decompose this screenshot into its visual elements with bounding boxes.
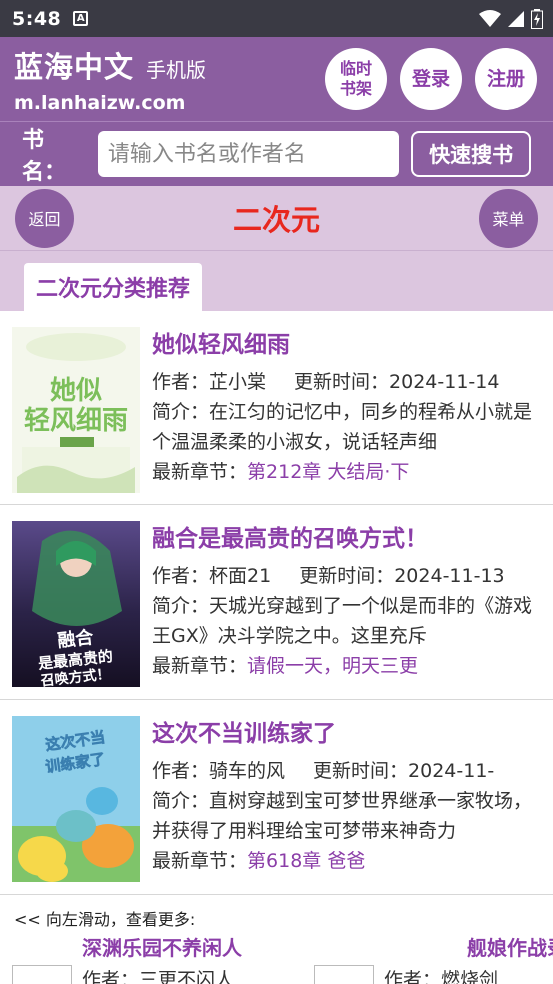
more-author-row: 作者：三更不闪人 作者：燃烧剑 [0,965,553,984]
intro-label: 简介： [152,401,210,423]
author-name: 杯面21 [209,565,272,587]
book-intro: 简介：直树穿越到宝可梦世界继承一家牧场，并获得了用料理给宝可梦带来神奇力 [152,786,541,846]
back-button[interactable]: 返回 [15,188,74,248]
book-info: 融合是最高贵的召唤方式！ 作者：杯面21 更新时间：2024-11-13 简介：天… [152,521,541,685]
update-label: 更新时间： [294,371,390,393]
menu-button[interactable]: 菜单 [478,188,538,248]
section-tab[interactable]: 二次元分类推荐 [24,263,203,311]
site-domain: m.lanhaizw.com [14,92,186,114]
brand[interactable]: 蓝海中文 手机版 m.lanhaizw.com [14,44,206,114]
battery-icon [531,8,543,29]
register-button[interactable]: 注册 [475,48,537,110]
latest-chapter-link[interactable]: 请假一天，明天三更 [247,655,418,677]
latest-chapter-link[interactable]: 第212章 大结局·下 [247,461,409,483]
book-meta: 作者：芷小棠 更新时间：2024-11-14 [152,367,541,397]
update-date: 2024-11-13 [394,565,505,587]
update-date: 2024-11-14 [389,371,500,393]
book-info: 这次不当训练家了 作者：骑车的风 更新时间：2024-11- 简介：直树穿越到宝可… [152,716,541,880]
signal-icon [508,10,524,27]
book-intro: 简介：在江匀的记忆中，同乡的程希从小就是个温温柔柔的小淑女，说话轻声细 [152,397,541,457]
book-intro: 简介：天城光穿越到了一个似是而非的《游戏王GX》决斗学院之中。这里充斥 [152,591,541,651]
book-title[interactable]: 这次不当训练家了 [152,716,541,756]
intro-label: 简介： [152,790,210,812]
status-left: 5:48 A [12,7,89,30]
status-right [479,8,543,29]
more-book-title[interactable]: 深渊乐园不养闲人 [82,931,242,965]
latest-label: 最新章节： [152,461,248,483]
cover-image: 她似 轻风细雨 [12,327,140,493]
latest-chapter: 最新章节：请假一天，明天三更 [152,651,541,681]
latest-label: 最新章节： [152,850,248,872]
header-buttons: 临时书架 登录 注册 [325,48,537,110]
latest-chapter: 最新章节：第212章 大结局·下 [152,457,541,487]
search-bar: 书名： 快速搜书 [0,121,553,186]
latest-label: 最新章节： [152,655,248,677]
login-button[interactable]: 登录 [400,48,462,110]
status-time: 5:48 [12,7,62,30]
cover-image: 融合 是最高贵的 召唤方式！ [12,521,140,687]
title-bar: 返回 二次元 菜单 [0,186,553,251]
book-cover[interactable]: 融合 是最高贵的 召唤方式！ [12,521,140,687]
latest-chapter-link[interactable]: 第618章 爸爸 [247,850,365,872]
author-name: 芷小棠 [209,371,267,393]
search-label: 书名： [22,128,67,185]
more-author: 作者：三更不闪人 [82,969,235,984]
svg-text:轻风细雨: 轻风细雨 [24,405,128,436]
intro-text: 在江匀的记忆中，同乡的程希从小就是个温温柔柔的小淑女，说话轻声细 [152,401,533,453]
section-tab-strip: 二次元分类推荐 [0,251,553,311]
more-cover-placeholder [314,965,375,984]
book-title[interactable]: 融合是最高贵的召唤方式！ [152,521,541,561]
more-cover-placeholder [12,965,72,984]
book-cover[interactable]: 这次不当 训练家了 [12,716,140,882]
book-meta: 作者：骑车的风 更新时间：2024-11- [152,756,541,786]
intro-text: 天城光穿越到了一个似是而非的《游戏王GX》决斗学院之中。这里充斥 [152,595,533,647]
book-info: 她似轻风细雨 作者：芷小棠 更新时间：2024-11-14 简介：在江匀的记忆中，… [152,327,541,490]
site-name: 蓝海中文 [14,50,135,84]
book-list: 她似 轻风细雨 她似轻风细雨 作者：芷小棠 更新时间：2024-11-14 简介：… [0,311,553,895]
book-item[interactable]: 这次不当 训练家了 这次不当训练家了 作者：骑车的风 更新时间：2024-11- … [0,700,553,895]
update-date: 2024-11- [408,760,495,782]
book-item[interactable]: 融合 是最高贵的 召唤方式！ 融合是最高贵的召唤方式！ 作者：杯面21 更新时间：… [0,505,553,700]
more-hint: << 向左滑动，查看更多: [14,910,196,929]
book-cover[interactable]: 她似 轻风细雨 [12,327,140,493]
author-label: 作者： [152,760,210,782]
intro-label: 简介： [152,595,210,617]
update-label: 更新时间： [313,760,409,782]
wifi-icon [479,9,501,27]
page-title: 二次元 [232,203,320,237]
search-button[interactable]: 快速搜书 [411,131,531,177]
book-title[interactable]: 她似轻风细雨 [152,327,541,367]
svg-text:融合: 融合 [56,626,95,652]
cover-image: 这次不当 训练家了 [12,716,140,882]
status-bar: 5:48 A [0,0,553,37]
latest-chapter: 最新章节：第618章 爸爸 [152,846,541,876]
notification-icon: A [73,11,89,26]
more-carousel[interactable]: 深渊乐园不养闲人 舰娘作战录 [0,931,553,965]
bookshelf-button[interactable]: 临时书架 [325,48,387,110]
book-item[interactable]: 她似 轻风细雨 她似轻风细雨 作者：芷小棠 更新时间：2024-11-14 简介：… [0,311,553,505]
intro-text: 直树穿越到宝可梦世界继承一家牧场，并获得了用料理给宝可梦带来神奇力 [152,790,533,842]
author-label: 作者： [152,371,210,393]
more-section: << 向左滑动，查看更多: 深渊乐园不养闲人 舰娘作战录 作者：三更不闪人 作者… [0,895,553,984]
author-name: 骑车的风 [209,760,286,782]
search-input[interactable] [97,131,400,177]
svg-text:她似: 她似 [50,376,102,406]
site-header: 蓝海中文 手机版 m.lanhaizw.com 临时书架 登录 注册 [0,37,553,121]
site-subtitle: 手机版 [146,58,207,82]
book-meta: 作者：杯面21 更新时间：2024-11-13 [152,561,541,591]
more-author: 作者：燃烧剑 [384,969,499,984]
update-label: 更新时间： [299,565,395,587]
more-book-title[interactable]: 舰娘作战录 [467,931,553,965]
author-label: 作者： [152,565,210,587]
